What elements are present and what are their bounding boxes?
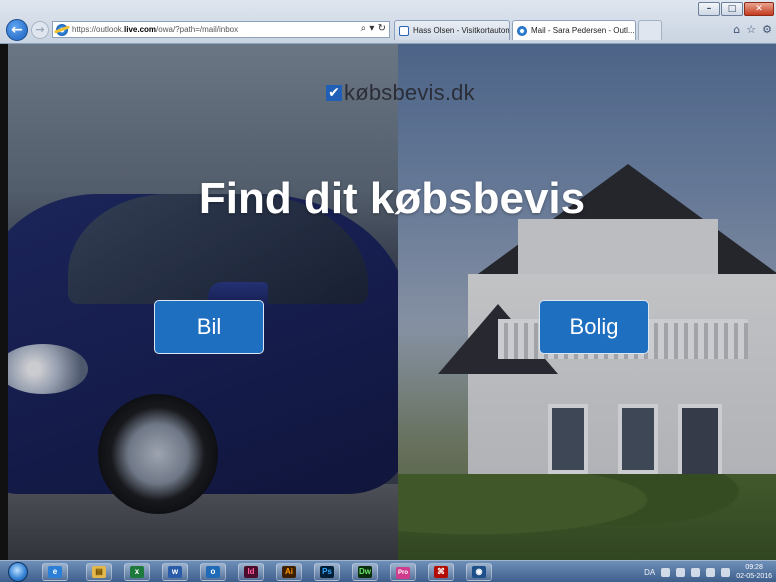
checkbox-check-icon: ✔	[326, 85, 342, 101]
close-window-button[interactable]: ✕	[744, 2, 774, 16]
site-logo[interactable]: ✔ købsbevis.dk	[326, 80, 475, 106]
browser-chrome: – □ ✕ ← → https://outlook.live.com/owa/?…	[0, 0, 776, 44]
window-left-frame	[0, 44, 8, 560]
windows-taskbar: e ▤ x w o Id Ai Ps Dw Pro ⌘ ◉ DA 09:28 0…	[0, 560, 776, 582]
screen: – □ ✕ ← → https://outlook.live.com/owa/?…	[0, 0, 776, 582]
taskbar-excel-icon[interactable]: x	[124, 563, 150, 581]
taskbar-indesign-icon[interactable]: Id	[238, 563, 264, 581]
ie-favicon-icon	[517, 25, 527, 36]
browser-toolbar-icons: ⌂ ☆ ⚙	[733, 23, 772, 36]
flag-icon[interactable]	[676, 567, 686, 577]
page-favicon-icon	[399, 25, 409, 36]
window-controls: – □ ✕	[698, 2, 774, 16]
start-button[interactable]	[8, 562, 28, 582]
system-clock[interactable]: 09:28 02-05-2016	[736, 563, 772, 581]
home-icon[interactable]: ⌂	[733, 23, 740, 36]
ie-page-icon	[56, 23, 68, 36]
language-indicator[interactable]: DA	[644, 568, 655, 577]
bil-button[interactable]: Bil	[154, 300, 264, 354]
clock-time: 09:28	[745, 564, 763, 571]
taskbar-photoshop-icon[interactable]: Ps	[314, 563, 340, 581]
close-tab-icon[interactable]: ✕	[635, 26, 636, 36]
network-icon[interactable]	[691, 567, 701, 577]
taskbar-outlook-icon[interactable]: o	[200, 563, 226, 581]
back-button[interactable]: ←	[6, 19, 28, 41]
new-tab-button[interactable]	[638, 20, 662, 40]
taskbar-pro-app-icon[interactable]: Pro	[390, 563, 416, 581]
system-tray: DA 09:28 02-05-2016	[644, 563, 772, 581]
taskbar-word-icon[interactable]: w	[162, 563, 188, 581]
navigation-bar: ← → https://outlook.live.com/owa/?path=/…	[0, 18, 776, 42]
clock-date: 02-05-2016	[736, 573, 772, 580]
info-icon[interactable]	[661, 567, 671, 577]
security-icon[interactable]	[721, 567, 731, 577]
logo-text: købsbevis.dk	[344, 80, 475, 105]
tab-visitkortautomat[interactable]: Hass Olsen - Visitkortautomat	[394, 20, 510, 40]
taskbar-media-icon[interactable]: ◉	[466, 563, 492, 581]
bolig-button[interactable]: Bolig	[539, 300, 649, 354]
minimize-button[interactable]: –	[698, 2, 720, 16]
web-page: ✔ købsbevis.dk Find dit købsbevis Bil Bo…	[8, 44, 776, 560]
address-bar[interactable]: https://outlook.live.com/owa/?path=/mail…	[52, 21, 390, 38]
favorites-icon[interactable]: ☆	[746, 23, 756, 36]
forward-button[interactable]: →	[31, 21, 49, 39]
page-headline: Find dit købsbevis	[198, 174, 586, 223]
tab-mail-outlook[interactable]: Mail - Sara Pedersen - Outl... ✕	[512, 20, 636, 40]
address-tools-icons[interactable]: ⌕ ▾ ↻	[361, 23, 386, 34]
taskbar-illustrator-icon[interactable]: Ai	[276, 563, 302, 581]
tab-label: Mail - Sara Pedersen - Outl...	[531, 26, 635, 35]
taskbar-ie-icon[interactable]: e	[42, 563, 68, 581]
taskbar-dreamweaver-icon[interactable]: Dw	[352, 563, 378, 581]
image-overlay	[8, 44, 776, 560]
settings-icon[interactable]: ⚙	[762, 23, 772, 36]
volume-icon[interactable]	[706, 567, 716, 577]
tab-label: Hass Olsen - Visitkortautomat	[413, 26, 510, 35]
taskbar-acrobat-icon[interactable]: ⌘	[428, 563, 454, 581]
maximize-button[interactable]: □	[721, 2, 743, 16]
taskbar-explorer-icon[interactable]: ▤	[86, 563, 112, 581]
url-text[interactable]: https://outlook.live.com/owa/?path=/mail…	[72, 25, 238, 34]
